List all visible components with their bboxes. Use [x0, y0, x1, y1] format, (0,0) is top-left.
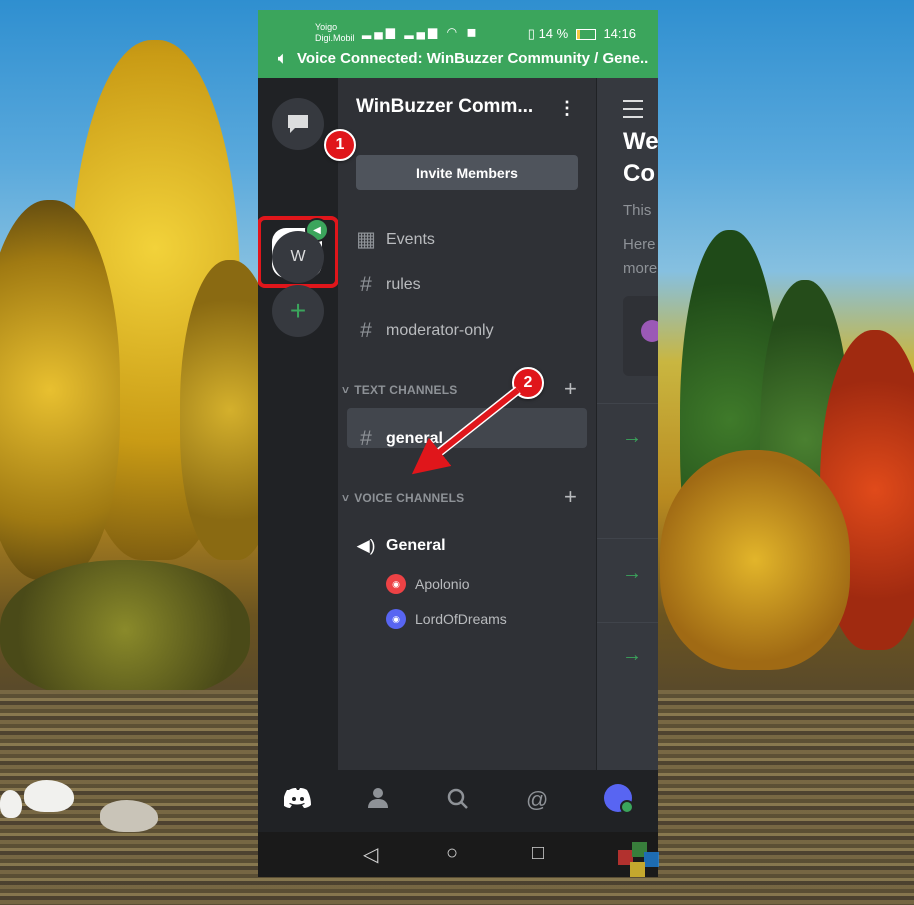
discord-avatar-icon: ◉ — [386, 609, 406, 629]
recents-icon[interactable]: □ — [532, 842, 544, 865]
reeds — [0, 560, 250, 700]
divider — [597, 403, 658, 404]
chevron-down-icon: ˅ — [342, 383, 350, 397]
notification-icon: ◼ — [466, 25, 480, 39]
bottom-navigation: @ — [258, 770, 658, 832]
welcome-text-fragment: Here — [623, 236, 656, 253]
mention-icon[interactable]: @ — [526, 787, 548, 813]
member-name: LordOfDreams — [415, 611, 507, 627]
android-navigation-bar: ◁ ○ □ — [258, 832, 658, 877]
battery-percent: 14 % — [538, 26, 569, 41]
logo-cube — [644, 852, 659, 867]
carrier-line1: Yoigo — [315, 22, 338, 32]
chevron-down-icon: ˅ — [342, 491, 350, 505]
logo-cube — [630, 862, 645, 877]
arrow-right-icon: → — [622, 562, 642, 584]
voice-banner-text: Voice Connected: WinBuzzer Community / G… — [297, 50, 648, 67]
back-icon[interactable]: ◁ — [363, 842, 378, 867]
channel-label: rules — [386, 276, 421, 293]
voice-member[interactable]: ◉ Apolonio — [386, 574, 470, 594]
category-label: VOICE CHANNELS — [354, 491, 465, 505]
voice-channel-label: General — [386, 537, 446, 554]
status-icons: ▂▄▆ ▂▄▆ ◠ ◼ — [362, 25, 479, 39]
friends-icon[interactable] — [366, 787, 390, 815]
direct-messages-button[interactable] — [272, 98, 324, 150]
hash-icon: # — [360, 273, 372, 296]
avatar — [641, 320, 658, 342]
wifi-icon: ◠ — [446, 25, 461, 39]
member-name: Apolonio — [415, 576, 470, 592]
channel-events[interactable]: ▦ Events — [356, 227, 435, 252]
home-icon[interactable]: ○ — [446, 842, 458, 865]
speaker-icon: ◀) — [356, 536, 376, 555]
carrier-line2: Digi.Mobil — [315, 33, 355, 43]
speaker-icon: 🔈︎ — [278, 50, 288, 67]
winbuzzer-watermark-logo — [612, 838, 664, 890]
status-bar: Yoigo Digi.Mobil ▂▄▆ ▂▄▆ ◠ ◼ ▯ 14 % 14:1… — [258, 10, 658, 78]
discord-home-icon[interactable] — [283, 787, 312, 815]
welcome-heading-fragment: We — [623, 128, 658, 155]
add-text-channel-button[interactable]: + — [564, 376, 577, 402]
signal-icon: ▂▄▆ — [362, 25, 398, 39]
signal-icon: ▂▄▆ — [404, 25, 441, 39]
vibrate-icon: ▯ — [527, 26, 535, 41]
search-icon[interactable] — [446, 787, 470, 817]
add-server-button[interactable]: + — [272, 285, 324, 337]
voice-channel-general[interactable]: ◀) General — [356, 536, 446, 556]
welcome-text-fragment: more — [623, 260, 658, 277]
hash-icon: # — [360, 427, 372, 450]
carrier-label: Yoigo Digi.Mobil — [315, 22, 355, 44]
arrow-right-icon: → — [622, 426, 642, 448]
server-sidebar: ◀ W + — [258, 78, 339, 770]
locked-hash-icon: # — [360, 319, 372, 342]
channel-rules[interactable]: # rules — [356, 273, 421, 297]
chat-bubble-icon — [288, 115, 308, 133]
goose — [0, 790, 22, 818]
orange-shrubs — [660, 450, 850, 670]
goose — [24, 780, 74, 812]
battery-icon — [575, 29, 596, 41]
chat-panel-peek[interactable]: We Co This Here more → → → — [596, 78, 658, 770]
annotation-arrow — [411, 386, 521, 475]
welcome-text-fragment: This — [623, 202, 652, 219]
goose — [100, 800, 158, 832]
channel-label: Events — [386, 230, 435, 248]
server-title[interactable]: WinBuzzer Comm... — [356, 96, 533, 118]
clock: 14:16 — [603, 26, 636, 41]
more-options-icon[interactable]: ⋮ — [558, 98, 576, 119]
server-w-button[interactable]: W — [272, 231, 324, 283]
arrow-right-icon: → — [622, 644, 642, 666]
welcome-card[interactable] — [623, 296, 658, 376]
channel-moderator-only[interactable]: # moderator-only — [356, 319, 494, 343]
status-right: ▯ 14 % 14:16 — [528, 26, 636, 42]
profile-avatar-icon[interactable] — [604, 784, 634, 814]
invite-members-button[interactable]: Invite Members — [356, 155, 578, 190]
plus-icon: + — [289, 295, 307, 326]
voice-channels-category[interactable]: ˅ VOICE CHANNELS — [342, 491, 464, 505]
add-voice-channel-button[interactable]: + — [564, 484, 577, 510]
server-w-label: W — [290, 248, 306, 265]
calendar-icon: ▦ — [356, 228, 376, 251]
welcome-heading-fragment: Co — [623, 160, 655, 187]
voice-connected-banner[interactable]: 🔈︎ Voice Connected: WinBuzzer Community … — [278, 50, 648, 67]
hamburger-icon[interactable] — [623, 100, 643, 118]
divider — [597, 538, 658, 539]
voice-member[interactable]: ◉ LordOfDreams — [386, 609, 507, 629]
divider — [597, 622, 658, 623]
step-marker-1: 1 — [324, 129, 356, 161]
channel-label: moderator-only — [386, 322, 494, 339]
discord-avatar-icon: ◉ — [386, 574, 406, 594]
